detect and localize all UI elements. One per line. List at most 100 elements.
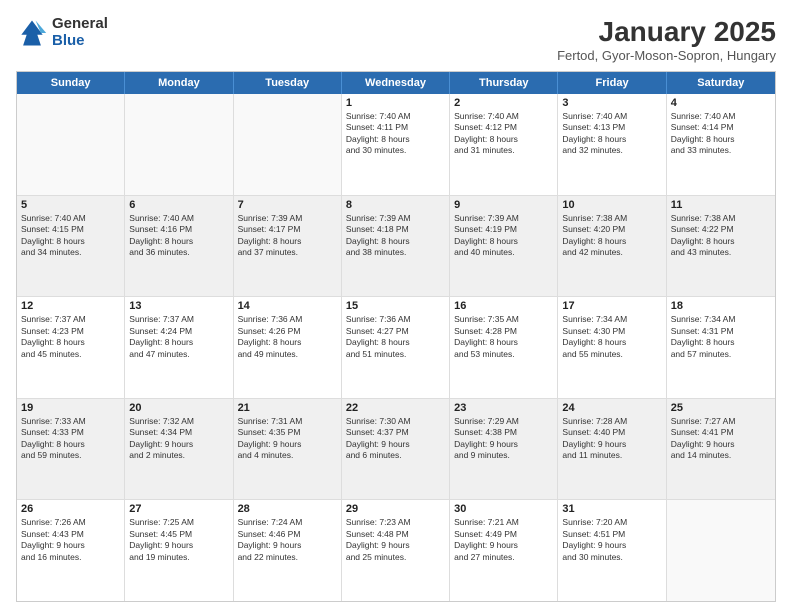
header: General Blue January 2025 Fertod, Gyor-M…: [16, 16, 776, 63]
day-number: 16: [454, 300, 553, 312]
cell-info: Sunrise: 7:30 AM Sunset: 4:37 PM Dayligh…: [346, 416, 445, 462]
logo-general-text: General: [52, 16, 108, 33]
cell-info: Sunrise: 7:27 AM Sunset: 4:41 PM Dayligh…: [671, 416, 771, 462]
cell-info: Sunrise: 7:39 AM Sunset: 4:19 PM Dayligh…: [454, 213, 553, 259]
cell-info: Sunrise: 7:40 AM Sunset: 4:13 PM Dayligh…: [562, 111, 661, 157]
day-number: 13: [129, 300, 228, 312]
cell-info: Sunrise: 7:29 AM Sunset: 4:38 PM Dayligh…: [454, 416, 553, 462]
day-number: 10: [562, 199, 661, 211]
day-number: 21: [238, 402, 337, 414]
calendar-cell: 27Sunrise: 7:25 AM Sunset: 4:45 PM Dayli…: [125, 500, 233, 601]
day-number: 12: [21, 300, 120, 312]
calendar-cell: 1 Sunrise: 7:40 AM Sunset: 4:11 PM Daylig…: [342, 94, 450, 195]
calendar-cell: 7 Sunrise: 7:39 AM Sunset: 4:17 PM Daylig…: [234, 196, 342, 297]
day-number: 30: [454, 503, 553, 515]
cell-info: Sunrise: 7:23 AM Sunset: 4:48 PM Dayligh…: [346, 517, 445, 563]
day-number: 23: [454, 402, 553, 414]
day-number: 8: [346, 199, 445, 211]
calendar-week-1: 1 Sunrise: 7:40 AM Sunset: 4:11 PM Daylig…: [17, 94, 775, 196]
location-subtitle: Fertod, Gyor-Moson-Sopron, Hungary: [557, 48, 776, 63]
calendar-cell: 18Sunrise: 7:34 AM Sunset: 4:31 PM Dayli…: [667, 297, 775, 398]
calendar-cell: 14 Sunrise: 7:36 AM Sunset: 4:26 PM Dayli…: [234, 297, 342, 398]
logo-text: General Blue: [52, 16, 108, 49]
cell-info: Sunrise: 7:25 AM Sunset: 4:45 PM Dayligh…: [129, 517, 228, 563]
calendar-cell: 16 Sunrise: 7:35 AM Sunset: 4:28 PM Dayli…: [450, 297, 558, 398]
day-number: 9: [454, 199, 553, 211]
calendar-week-3: 12 Sunrise: 7:37 AM Sunset: 4:23 PM Dayli…: [17, 297, 775, 399]
cell-info: Sunrise: 7:38 AM Sunset: 4:22 PM Dayligh…: [671, 213, 771, 259]
day-number: 2: [454, 97, 553, 109]
cell-info: Sunrise: 7:31 AM Sunset: 4:35 PM Dayligh…: [238, 416, 337, 462]
page: General Blue January 2025 Fertod, Gyor-M…: [0, 0, 792, 612]
calendar-cell: 30 Sunrise: 7:21 AM Sunset: 4:49 PM Dayli…: [450, 500, 558, 601]
calendar-cell: 5Sunrise: 7:40 AM Sunset: 4:15 PM Daylig…: [17, 196, 125, 297]
calendar-cell: 29 Sunrise: 7:23 AM Sunset: 4:48 PM Dayli…: [342, 500, 450, 601]
calendar-cell: 22 Sunrise: 7:30 AM Sunset: 4:37 PM Dayli…: [342, 399, 450, 500]
calendar-cell: [667, 500, 775, 601]
calendar-header: SundayMondayTuesdayWednesdayThursdayFrid…: [17, 72, 775, 94]
calendar-cell: 12 Sunrise: 7:37 AM Sunset: 4:23 PM Dayli…: [17, 297, 125, 398]
calendar-week-5: 26Sunrise: 7:26 AM Sunset: 4:43 PM Dayli…: [17, 500, 775, 601]
day-header-friday: Friday: [558, 72, 666, 94]
cell-info: Sunrise: 7:37 AM Sunset: 4:23 PM Dayligh…: [21, 314, 120, 360]
calendar-cell: 21 Sunrise: 7:31 AM Sunset: 4:35 PM Dayli…: [234, 399, 342, 500]
calendar-cell: 17Sunrise: 7:34 AM Sunset: 4:30 PM Dayli…: [558, 297, 666, 398]
calendar-cell: 24 Sunrise: 7:28 AM Sunset: 4:40 PM Dayli…: [558, 399, 666, 500]
day-number: 17: [562, 300, 661, 312]
day-number: 11: [671, 199, 771, 211]
cell-info: Sunrise: 7:35 AM Sunset: 4:28 PM Dayligh…: [454, 314, 553, 360]
calendar-cell: 31Sunrise: 7:20 AM Sunset: 4:51 PM Dayli…: [558, 500, 666, 601]
calendar-cell: [17, 94, 125, 195]
cell-info: Sunrise: 7:40 AM Sunset: 4:15 PM Dayligh…: [21, 213, 120, 259]
calendar-cell: 4Sunrise: 7:40 AM Sunset: 4:14 PM Daylig…: [667, 94, 775, 195]
day-header-sunday: Sunday: [17, 72, 125, 94]
calendar-cell: 2Sunrise: 7:40 AM Sunset: 4:12 PM Daylig…: [450, 94, 558, 195]
day-number: 14: [238, 300, 337, 312]
cell-info: Sunrise: 7:26 AM Sunset: 4:43 PM Dayligh…: [21, 517, 120, 563]
calendar-cell: 6Sunrise: 7:40 AM Sunset: 4:16 PM Daylig…: [125, 196, 233, 297]
cell-info: Sunrise: 7:21 AM Sunset: 4:49 PM Dayligh…: [454, 517, 553, 563]
cell-info: Sunrise: 7:24 AM Sunset: 4:46 PM Dayligh…: [238, 517, 337, 563]
day-number: 3: [562, 97, 661, 109]
calendar-cell: [125, 94, 233, 195]
cell-info: Sunrise: 7:28 AM Sunset: 4:40 PM Dayligh…: [562, 416, 661, 462]
cell-info: Sunrise: 7:40 AM Sunset: 4:14 PM Dayligh…: [671, 111, 771, 157]
cell-info: Sunrise: 7:36 AM Sunset: 4:26 PM Dayligh…: [238, 314, 337, 360]
calendar-cell: 20Sunrise: 7:32 AM Sunset: 4:34 PM Dayli…: [125, 399, 233, 500]
day-header-monday: Monday: [125, 72, 233, 94]
cell-info: Sunrise: 7:39 AM Sunset: 4:18 PM Dayligh…: [346, 213, 445, 259]
calendar-cell: 9 Sunrise: 7:39 AM Sunset: 4:19 PM Daylig…: [450, 196, 558, 297]
day-number: 28: [238, 503, 337, 515]
calendar-cell: 28 Sunrise: 7:24 AM Sunset: 4:46 PM Dayli…: [234, 500, 342, 601]
cell-info: Sunrise: 7:33 AM Sunset: 4:33 PM Dayligh…: [21, 416, 120, 462]
logo-blue-text: Blue: [52, 33, 108, 50]
day-number: 29: [346, 503, 445, 515]
day-number: 24: [562, 402, 661, 414]
calendar-week-2: 5Sunrise: 7:40 AM Sunset: 4:15 PM Daylig…: [17, 196, 775, 298]
calendar-cell: 19 Sunrise: 7:33 AM Sunset: 4:33 PM Dayli…: [17, 399, 125, 500]
calendar: SundayMondayTuesdayWednesdayThursdayFrid…: [16, 71, 776, 602]
calendar-cell: 8 Sunrise: 7:39 AM Sunset: 4:18 PM Daylig…: [342, 196, 450, 297]
day-header-thursday: Thursday: [450, 72, 558, 94]
month-year-title: January 2025: [557, 16, 776, 48]
day-number: 15: [346, 300, 445, 312]
cell-info: Sunrise: 7:20 AM Sunset: 4:51 PM Dayligh…: [562, 517, 661, 563]
calendar-body: 1 Sunrise: 7:40 AM Sunset: 4:11 PM Daylig…: [17, 94, 775, 601]
day-number: 18: [671, 300, 771, 312]
calendar-cell: 11 Sunrise: 7:38 AM Sunset: 4:22 PM Dayli…: [667, 196, 775, 297]
day-number: 25: [671, 402, 771, 414]
day-number: 22: [346, 402, 445, 414]
day-number: 1: [346, 97, 445, 109]
calendar-cell: 25 Sunrise: 7:27 AM Sunset: 4:41 PM Dayli…: [667, 399, 775, 500]
calendar-cell: 26Sunrise: 7:26 AM Sunset: 4:43 PM Dayli…: [17, 500, 125, 601]
day-number: 7: [238, 199, 337, 211]
calendar-cell: 13Sunrise: 7:37 AM Sunset: 4:24 PM Dayli…: [125, 297, 233, 398]
cell-info: Sunrise: 7:40 AM Sunset: 4:11 PM Dayligh…: [346, 111, 445, 157]
title-block: January 2025 Fertod, Gyor-Moson-Sopron, …: [557, 16, 776, 63]
day-number: 6: [129, 199, 228, 211]
day-number: 19: [21, 402, 120, 414]
calendar-cell: [234, 94, 342, 195]
day-header-saturday: Saturday: [667, 72, 775, 94]
cell-info: Sunrise: 7:39 AM Sunset: 4:17 PM Dayligh…: [238, 213, 337, 259]
cell-info: Sunrise: 7:38 AM Sunset: 4:20 PM Dayligh…: [562, 213, 661, 259]
